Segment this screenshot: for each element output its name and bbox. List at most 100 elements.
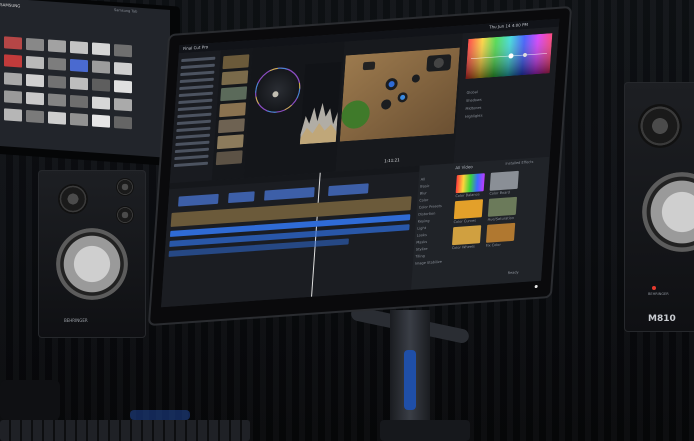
effects-category[interactable]: Keying xyxy=(418,219,430,224)
timeline-clip[interactable] xyxy=(328,183,369,197)
viewer-frame xyxy=(339,47,460,142)
left-monitor-screen: SAMSUNG Samsung Tab xyxy=(0,0,170,158)
stand-blue-light xyxy=(404,350,416,410)
library-row[interactable] xyxy=(180,70,215,77)
library-row[interactable] xyxy=(178,98,213,105)
left-thumb xyxy=(92,78,110,92)
clip-thumbnail[interactable] xyxy=(219,102,247,118)
left-speaker-knob xyxy=(116,178,134,196)
left-thumb xyxy=(70,40,88,55)
right-speaker: M810 BEHRINGER xyxy=(624,82,694,332)
stand-base xyxy=(380,420,470,441)
left-thumb xyxy=(4,54,22,68)
timeline[interactable] xyxy=(161,165,420,308)
effects-category[interactable]: Masks xyxy=(416,240,427,245)
color-inspector[interactable]: Global Shadows Midtones Highlights xyxy=(453,26,559,164)
timeline-clip[interactable] xyxy=(228,191,255,204)
left-thumb xyxy=(4,108,22,122)
effects-status: Ready xyxy=(507,270,519,276)
left-thumb xyxy=(92,42,110,56)
effects-category[interactable]: Looks xyxy=(417,233,427,238)
effects-category[interactable]: Light xyxy=(417,226,426,231)
effect-label: Color Wheels xyxy=(451,244,475,251)
effect-thumb[interactable] xyxy=(455,173,485,194)
library-row[interactable] xyxy=(181,56,216,63)
effect-label: Hue/Saturation xyxy=(487,215,515,222)
viewer-panel[interactable]: 1:11:21 xyxy=(335,33,463,172)
library-row[interactable] xyxy=(173,161,209,168)
left-monitor-brand: SAMSUNG xyxy=(0,2,21,9)
effect-label: Color Curves xyxy=(453,218,477,225)
library-row[interactable] xyxy=(177,105,212,112)
effects-category[interactable]: All xyxy=(421,177,426,181)
monitor-power-led xyxy=(534,284,538,289)
effects-header: All Video xyxy=(455,164,474,171)
clip-thumbnail[interactable] xyxy=(222,54,250,70)
left-thumb xyxy=(114,44,132,58)
effect-thumb[interactable] xyxy=(453,199,484,220)
library-row[interactable] xyxy=(178,91,213,98)
effect-thumb[interactable] xyxy=(485,222,516,243)
inspector-row[interactable]: Shadows xyxy=(466,98,482,103)
clip-thumbnail[interactable] xyxy=(218,118,245,134)
left-thumb xyxy=(26,91,44,106)
right-speaker-power-led xyxy=(652,286,656,290)
clip-thumbnail[interactable] xyxy=(216,134,244,150)
left-thumb xyxy=(70,112,88,127)
left-speaker: BEHRINGER xyxy=(38,170,146,338)
library-row[interactable] xyxy=(177,112,212,119)
library-row[interactable] xyxy=(180,63,215,70)
right-speaker-tweeter xyxy=(638,104,682,148)
left-thumb xyxy=(114,62,132,76)
clip-thumbnail[interactable] xyxy=(220,86,248,102)
left-thumb xyxy=(26,109,44,124)
library-row[interactable] xyxy=(179,84,214,91)
right-speaker-model: M810 xyxy=(648,314,676,324)
effects-category[interactable]: Color xyxy=(419,198,428,203)
library-row[interactable] xyxy=(175,140,210,147)
clip-thumbnail[interactable] xyxy=(221,70,249,86)
library-row[interactable] xyxy=(176,119,211,126)
library-row[interactable] xyxy=(174,147,210,154)
left-thumb xyxy=(48,93,66,107)
clip-thumbnail[interactable] xyxy=(215,150,243,166)
left-thumb xyxy=(92,114,110,128)
inspector-row[interactable]: Midtones xyxy=(465,106,481,111)
effects-category[interactable]: Distortion xyxy=(418,211,435,216)
studio-scene: SAMSUNG Samsung Tab BEHRINGER M810 BEHRI… xyxy=(0,0,694,441)
inspector-row[interactable]: Highlights xyxy=(465,114,483,119)
left-monitor-corner-label: Samsung Tab xyxy=(114,8,138,14)
video-scopes xyxy=(243,41,345,179)
effects-category[interactable]: Color Presets xyxy=(419,204,442,210)
color-board[interactable] xyxy=(465,33,553,80)
library-row[interactable] xyxy=(179,77,214,84)
timeline-clip[interactable] xyxy=(264,187,315,201)
effect-thumb[interactable] xyxy=(451,225,482,246)
desk-blue-light xyxy=(130,410,190,420)
effects-browser[interactable]: All Video Installed Effects All Basic Bl… xyxy=(411,156,550,290)
left-speaker-brand: BEHRINGER xyxy=(64,318,88,323)
timeline-clip[interactable] xyxy=(178,193,219,207)
effects-category[interactable]: Blur xyxy=(420,191,427,195)
left-thumb xyxy=(70,58,88,73)
effects-category[interactable]: Basic xyxy=(420,184,430,189)
right-speaker-brand: BEHRINGER xyxy=(648,292,669,296)
library-row[interactable] xyxy=(175,133,211,140)
effects-category[interactable]: Tiling xyxy=(415,254,425,259)
desk-object xyxy=(0,380,60,420)
effect-label: Color Board xyxy=(489,190,511,196)
effect-thumb[interactable] xyxy=(487,196,518,217)
left-thumb xyxy=(114,80,132,94)
effects-category[interactable]: Image Stabilize xyxy=(415,260,442,266)
effect-thumb[interactable] xyxy=(489,170,519,191)
left-thumb xyxy=(114,116,132,130)
main-monitor: Final Cut Pro Thu Jun 14 4:00 PM 1:11:21… xyxy=(149,8,571,324)
library-row[interactable] xyxy=(176,126,211,133)
left-thumb xyxy=(26,55,44,70)
effects-tab[interactable]: Installed Effects xyxy=(505,160,533,166)
left-thumb xyxy=(4,36,22,50)
library-row[interactable] xyxy=(174,154,209,161)
effects-category[interactable]: Stylize xyxy=(416,247,428,252)
inspector-row[interactable]: Global xyxy=(466,90,477,95)
left-speaker-port xyxy=(116,206,134,224)
